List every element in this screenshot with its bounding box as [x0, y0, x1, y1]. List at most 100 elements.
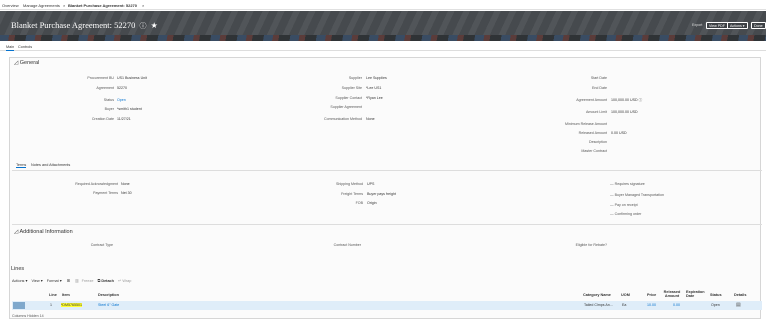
tab-main[interactable]: Main	[6, 45, 15, 51]
col-details[interactable]: Details	[734, 293, 746, 297]
row-item[interactable]: *DM5765501	[61, 303, 82, 307]
format-menu-label: Format	[46, 279, 59, 283]
fob-value: Origin	[367, 201, 377, 205]
page-title-text: Blanket Purchase Agreement: 52270	[11, 20, 136, 30]
supplier-contact-label: Supplier Contact	[335, 96, 362, 100]
format-menu[interactable]: Format ▾	[47, 279, 62, 283]
row-description[interactable]: Steel 6" Gate	[98, 303, 119, 307]
tab-manage-agreements[interactable]: Manage Agreements	[23, 3, 60, 8]
agreement-value: 52270	[117, 86, 127, 90]
creation-date-label: Creation Date	[91, 117, 114, 121]
col-uom[interactable]: UOM	[621, 293, 630, 297]
agreement-amount-label: Agreement Amount	[576, 98, 607, 102]
released-amount-value: 0.00 USD	[611, 131, 627, 135]
communication-method-value: None	[366, 117, 375, 121]
divider	[12, 224, 762, 225]
freeze-button[interactable]: Freeze	[82, 279, 94, 283]
payment-terms-value: Net 30	[121, 191, 132, 195]
amount-limit-label: Amount Limit	[586, 110, 607, 114]
confirming-order-label: Confirming order	[614, 212, 642, 216]
tab-controls[interactable]: Controls	[18, 45, 32, 49]
col-line[interactable]: Line	[49, 293, 57, 297]
help-icon[interactable]: ⓘ	[140, 22, 147, 30]
start-date-label: Start Date	[590, 76, 607, 80]
tab-blanket-agreement[interactable]: Blanket Purchase Agreement: 52270	[68, 3, 137, 8]
required-ack-value: None	[121, 182, 130, 186]
released-amount-label: Released Amount	[578, 131, 607, 135]
requires-signature-label: Requires signature	[614, 182, 645, 186]
star-icon[interactable]: ★	[151, 21, 158, 30]
col-price[interactable]: Price	[647, 293, 656, 297]
col-status[interactable]: Status	[710, 293, 722, 297]
row-status: Open	[711, 303, 720, 307]
supplier-label: Supplier	[348, 76, 362, 80]
actions-label: Actions	[730, 24, 742, 28]
row-uom: Ea	[622, 303, 627, 307]
detach-icon[interactable]: ⧉	[98, 279, 101, 283]
fob-label: FOB	[355, 201, 363, 205]
master-contract-label: Master Contract	[581, 149, 607, 153]
divider	[12, 170, 762, 171]
contract-number-label: Contract Number	[333, 243, 361, 247]
communication-method-label: Communication Method	[324, 117, 362, 121]
info-icon[interactable]: ⓘ	[639, 98, 643, 102]
freeze-icon[interactable]: ▥	[75, 279, 79, 283]
row-price: 10.00	[647, 303, 656, 307]
procurement-bu-value: US1 Business Unit	[117, 76, 147, 80]
row-released: 0.00	[673, 303, 680, 307]
buyer-managed-transport-label: Buyer Managed Transportation	[614, 193, 664, 197]
buyer-label: Buyer	[104, 107, 114, 111]
agreement-amount-value: 100,000.00 USD ⓘ	[611, 98, 642, 103]
view-pdf-button[interactable]: View PDF	[706, 22, 728, 29]
details-icon[interactable]: ▤	[736, 302, 741, 308]
description-label: Description	[589, 140, 607, 144]
col-description[interactable]: Description	[98, 293, 119, 297]
tab-overview[interactable]: Overview	[2, 3, 19, 8]
col-item[interactable]: Item	[62, 293, 70, 297]
lines-title: Lines	[11, 266, 25, 272]
tab-notes-attachments[interactable]: Notes and Attachments	[31, 163, 70, 167]
agreement-label: Agreement	[96, 86, 114, 90]
wrap-button[interactable]: Wrap	[122, 279, 131, 283]
freight-terms-label: Freight Terms	[341, 192, 363, 196]
lines-toolbar: Actions ▾ View ▾ Format ▾ ⊞ ▥ Freeze ⧉ D…	[12, 278, 131, 283]
buyer-value: *smith1 student	[117, 107, 142, 111]
eligible-rebate-label: Eligible for Rebate?	[575, 243, 607, 247]
close-icon[interactable]: ×	[142, 3, 144, 8]
minimum-release-label: Minimum Release Amount	[565, 122, 607, 126]
agreement-amount-text: 100,000.00 USD	[611, 98, 638, 102]
filter-icon[interactable]: ⊞	[67, 279, 70, 283]
required-ack-label: Required Acknowledgment	[75, 182, 118, 186]
supplier-site-label: Supplier Site	[341, 86, 362, 90]
general-section-title[interactable]: ◿ General	[14, 60, 39, 66]
col-category-name[interactable]: Category Name	[583, 293, 611, 297]
shipping-method-label: Shipping Method	[336, 182, 363, 186]
actions-menu[interactable]: Actions ▾	[12, 279, 27, 283]
tab-terms[interactable]: Terms	[16, 163, 27, 168]
supplier-agreement-label: Supplier Agreement	[330, 105, 362, 109]
detach-button[interactable]: Detach	[101, 279, 114, 283]
confirming-order-check: — Confirming order	[610, 212, 642, 216]
view-menu[interactable]: View ▾	[31, 279, 42, 283]
creation-date-value: 11/27/21	[117, 117, 131, 121]
close-icon[interactable]: ×	[63, 3, 65, 8]
col-expiration-date[interactable]: Expiration Date	[686, 290, 706, 298]
procurement-bu-label: Procurement BU	[87, 76, 114, 80]
row-line: 1	[50, 303, 52, 307]
export-button[interactable]: Export	[692, 23, 702, 27]
page-title: Blanket Purchase Agreement: 52270 ⓘ ★	[11, 20, 158, 31]
supplier-site-value: *Lee US1	[366, 86, 382, 90]
page-header: Blanket Purchase Agreement: 52270 ⓘ ★ Ex…	[0, 11, 766, 41]
col-released-amount[interactable]: Released Amount	[662, 290, 682, 298]
pay-on-receipt-label: Pay on receipt	[614, 203, 638, 207]
done-button[interactable]: Done	[751, 22, 766, 29]
row-selector[interactable]	[13, 302, 25, 309]
actions-menu-button[interactable]: Actions ▾	[727, 22, 748, 29]
wrap-icon[interactable]: ↵	[118, 279, 121, 283]
additional-info-title[interactable]: ◿ Additional Information	[14, 229, 73, 235]
status-label: Status	[103, 98, 114, 102]
columns-hidden: Columns Hidden 14	[12, 314, 44, 318]
status-value[interactable]: Open	[117, 98, 126, 102]
amount-limit-value: 100,000.00 USD	[611, 110, 638, 114]
end-date-label: End Date	[592, 86, 607, 90]
